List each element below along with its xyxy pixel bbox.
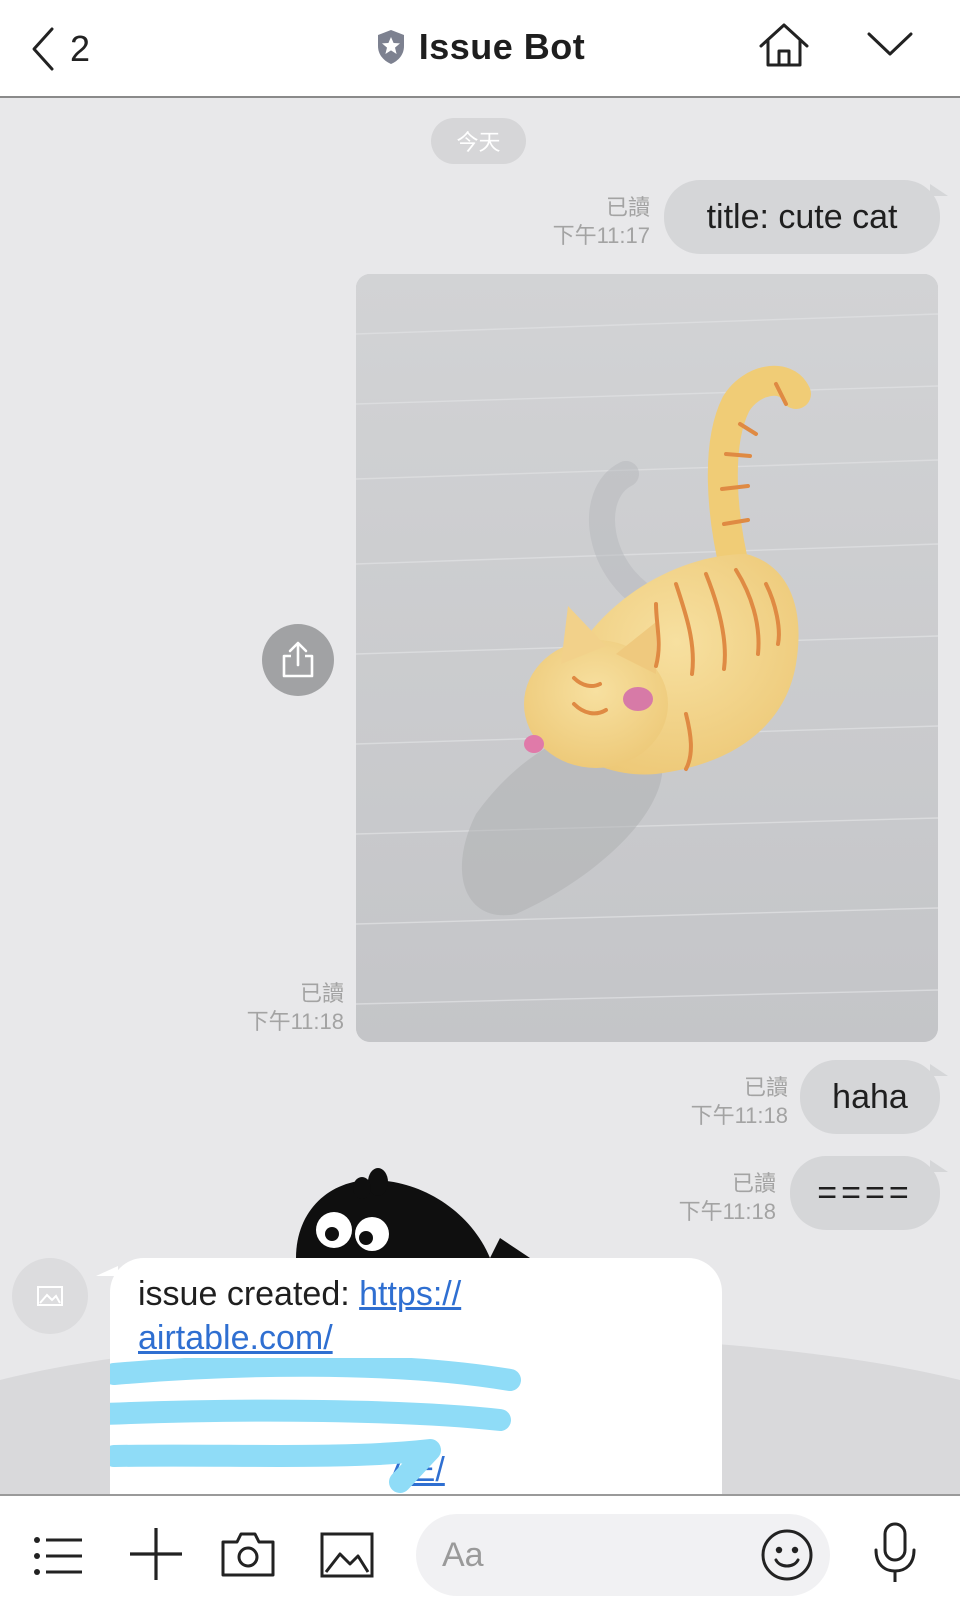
incoming-message-bubble[interactable]: issue created: https:// airtable.com/ AE… bbox=[110, 1258, 722, 1508]
image-icon bbox=[320, 1532, 374, 1578]
chevron-down-icon bbox=[867, 32, 913, 56]
message-text: issue created: bbox=[138, 1275, 360, 1313]
camera-icon bbox=[221, 1532, 275, 1577]
chat-header: 2 Issue Bot bbox=[0, 0, 960, 98]
share-icon bbox=[282, 641, 314, 678]
read-receipt: 已讀 bbox=[743, 1075, 788, 1100]
message-text: title: cute cat bbox=[706, 197, 898, 236]
share-button[interactable] bbox=[262, 624, 334, 696]
microphone-icon bbox=[874, 1522, 916, 1582]
issue-link[interactable]: airtable.com/ bbox=[138, 1319, 333, 1357]
date-separator: 今天 bbox=[431, 118, 526, 164]
add-button[interactable] bbox=[128, 1526, 184, 1587]
message-input[interactable] bbox=[440, 1528, 734, 1582]
read-receipt: 已讀 bbox=[605, 195, 650, 220]
photo-button[interactable] bbox=[320, 1532, 374, 1583]
mascot-illustration bbox=[296, 1168, 530, 1258]
emoji-icon bbox=[761, 1529, 813, 1581]
bubble-tail bbox=[930, 184, 948, 196]
title-area: Issue Bot bbox=[0, 26, 960, 71]
message-meta: 已讀 下午11:17 bbox=[520, 194, 650, 250]
cat-photo[interactable] bbox=[356, 274, 938, 1042]
redaction-scribble bbox=[110, 1358, 521, 1493]
camera-button[interactable] bbox=[220, 1530, 276, 1583]
plus-icon bbox=[130, 1528, 182, 1580]
menu-button[interactable] bbox=[34, 1536, 84, 1581]
message-input-container bbox=[416, 1514, 830, 1596]
shield-star-icon bbox=[377, 30, 404, 64]
bubble-tail bbox=[930, 1064, 948, 1076]
outgoing-message-bubble[interactable]: title: cute cat bbox=[664, 180, 940, 254]
read-receipt: 已讀 bbox=[299, 981, 344, 1006]
voice-button[interactable] bbox=[872, 1522, 918, 1589]
home-button[interactable] bbox=[758, 22, 810, 73]
chat-title: Issue Bot bbox=[418, 26, 586, 67]
cat-photo-image bbox=[356, 274, 938, 1042]
dropdown-button[interactable] bbox=[866, 30, 914, 63]
home-icon bbox=[759, 23, 809, 67]
message-time: 下午11:18 bbox=[246, 1009, 344, 1034]
message-meta: 已讀 下午11:18 bbox=[220, 980, 344, 1036]
image-placeholder-icon bbox=[37, 1286, 63, 1306]
message-time: 下午11:17 bbox=[552, 223, 650, 248]
issue-link[interactable]: https:// bbox=[359, 1275, 461, 1313]
input-toolbar bbox=[0, 1494, 960, 1612]
menu-list-icon bbox=[34, 1537, 82, 1575]
emoji-button[interactable] bbox=[760, 1528, 814, 1587]
bot-avatar[interactable] bbox=[12, 1258, 88, 1334]
